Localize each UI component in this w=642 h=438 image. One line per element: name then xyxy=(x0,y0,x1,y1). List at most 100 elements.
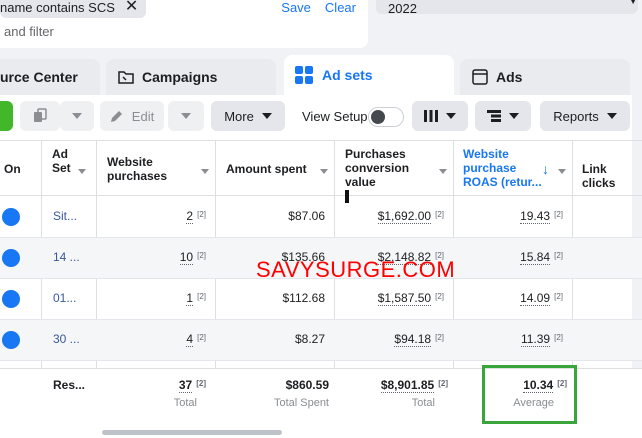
sort-icon[interactable] xyxy=(558,169,566,174)
header-ad-set-2[interactable]: Set xyxy=(52,161,71,175)
summary-purchases-label: Total xyxy=(173,397,197,409)
footnote: [2] xyxy=(197,333,206,342)
conversion-value-cell: $1,587.50 [2] xyxy=(338,291,444,306)
tab-label: Campaigns xyxy=(142,69,218,85)
roas-cell: 15.84 [2] xyxy=(457,250,563,265)
sort-icon[interactable] xyxy=(320,169,328,174)
summary-purchases-value: 37 xyxy=(178,378,193,393)
ad-set-name-link[interactable]: 30 ... xyxy=(53,332,80,346)
ad-set-name-link[interactable]: 14 ... xyxy=(53,250,80,264)
footnote: [2] xyxy=(435,333,444,342)
more-label: More xyxy=(224,108,254,124)
footnote: [2] xyxy=(435,210,444,219)
date-range-label: This week: Feb 13, 2022 – Feb 19, 2022 xyxy=(388,0,589,16)
roas-cell: 19.43 [2] xyxy=(457,209,563,224)
table-row[interactable]: Sit... 2 [2] $87.06 $1,692.00 [2] 19.43 [2] xyxy=(0,197,642,238)
filter-actions: Save Clear xyxy=(281,0,356,15)
purchases-cell: 4 [2] xyxy=(100,332,206,347)
purchases-value: 4 xyxy=(186,332,194,347)
roas-cell: 11.39 [2] xyxy=(457,332,563,347)
tab-ad-sets[interactable]: Ad sets xyxy=(284,55,454,95)
more-button[interactable]: More xyxy=(211,101,285,131)
header-conversion-value-3[interactable]: value xyxy=(345,175,376,189)
header-roas-2[interactable]: purchase xyxy=(463,161,516,175)
breakdown-button[interactable] xyxy=(475,101,531,131)
duplicate-dropdown[interactable] xyxy=(60,101,94,131)
footnote: [2] xyxy=(438,379,448,388)
clear-filter-link[interactable]: Clear xyxy=(325,0,356,15)
text-cursor xyxy=(345,190,349,203)
footnote: [2] xyxy=(196,379,206,388)
horizontal-scrollbar[interactable] xyxy=(0,426,642,438)
tab-label: urce Center xyxy=(0,69,78,85)
chevron-down-icon xyxy=(261,113,272,119)
ad-set-name-link[interactable]: Sit... xyxy=(53,209,77,223)
conversion-value: $1,587.50 xyxy=(377,291,432,306)
reports-label: Reports xyxy=(553,108,599,124)
pencil-icon xyxy=(110,109,124,123)
footnote: [2] xyxy=(197,251,206,260)
chevron-down-icon xyxy=(606,113,617,119)
edit-dropdown[interactable] xyxy=(168,101,204,131)
search-input[interactable]: and filter xyxy=(4,24,54,39)
watermark: SAVYSURGE.COM xyxy=(256,257,456,282)
sort-icon[interactable] xyxy=(78,169,86,174)
columns-icon xyxy=(424,110,438,122)
header-conversion-value-1[interactable]: Purchases xyxy=(345,147,406,161)
filter-chip[interactable]: name contains SCS ✕ xyxy=(0,0,147,18)
folder-icon xyxy=(118,70,134,84)
roas-value: 15.84 xyxy=(520,250,551,265)
header-roas-1[interactable]: Website xyxy=(463,147,509,161)
toggle-knob xyxy=(371,110,385,124)
chevron-down-icon xyxy=(509,113,519,119)
tab-resource-center[interactable]: urce Center xyxy=(0,59,100,95)
sort-icon[interactable] xyxy=(439,169,447,174)
header-on[interactable]: On xyxy=(4,162,21,176)
footnote: [2] xyxy=(197,292,206,301)
header-website-purchases-1[interactable]: Website xyxy=(107,155,153,169)
sort-arrow-down-icon[interactable]: ↓ xyxy=(542,161,549,177)
toggle-on-icon[interactable] xyxy=(2,249,20,267)
footnote: [2] xyxy=(554,210,563,219)
footnote: [2] xyxy=(554,251,563,260)
table-row[interactable]: 30 ... 4 [2] $8.27 $94.18 [2] 11.39 [2] xyxy=(0,320,642,361)
columns-button[interactable] xyxy=(412,101,468,131)
header-conversion-value-2[interactable]: conversion xyxy=(345,161,409,175)
chevron-down-icon: ▼ xyxy=(628,0,638,7)
header-website-purchases-2[interactable]: purchases xyxy=(107,169,167,183)
close-icon[interactable]: ✕ xyxy=(125,0,138,15)
tab-campaigns[interactable]: Campaigns xyxy=(106,59,276,95)
table-row[interactable]: 01... 1 [2] $112.68 $1,587.50 [2] 14.09 [2] xyxy=(0,279,642,320)
edit-button[interactable]: Edit xyxy=(100,101,164,131)
create-button[interactable] xyxy=(0,101,13,131)
header-ad-set-1[interactable]: Ad xyxy=(52,147,68,161)
save-filter-link[interactable]: Save xyxy=(281,0,311,15)
ad-set-name-link[interactable]: 01... xyxy=(53,291,76,305)
roas-cell: 14.09 [2] xyxy=(457,291,563,306)
roas-value: 19.43 xyxy=(520,209,551,224)
tab-label: Ads xyxy=(496,69,523,85)
header-roas-3[interactable]: ROAS (retur... xyxy=(463,175,542,189)
duplicate-button[interactable] xyxy=(20,101,60,131)
date-range-picker[interactable]: This week: Feb 13, 2022 – Feb 19, 2022 ▼ xyxy=(376,0,638,16)
summary-conversion-label: Total xyxy=(411,397,435,409)
toggle-on-icon[interactable] xyxy=(2,290,20,308)
toggle-on-icon[interactable] xyxy=(2,331,20,349)
toggle-on-icon[interactable] xyxy=(2,208,20,226)
summary-amount-label: Total Spent xyxy=(273,397,329,409)
grid-icon xyxy=(294,65,314,85)
footnote: [2] xyxy=(554,333,563,342)
sort-icon[interactable] xyxy=(201,169,209,174)
summary-name: Res... xyxy=(53,378,86,392)
amount-spent-cell: $8.27 xyxy=(294,332,325,346)
scrollbar-thumb[interactable] xyxy=(102,430,282,435)
table-header: On Ad Set Website purchases Amount spent… xyxy=(0,140,642,196)
chevron-down-icon xyxy=(181,113,191,119)
header-amount-spent[interactable]: Amount spent xyxy=(226,162,307,176)
tab-ads[interactable]: Ads xyxy=(460,59,630,95)
header-link-clicks[interactable]: Link clicks xyxy=(582,162,642,190)
summary-conversion-value-text: $8,901.85 xyxy=(380,378,435,393)
reports-button[interactable]: Reports xyxy=(540,101,630,131)
summary-purchases: 37 [2] xyxy=(100,378,206,393)
view-setup-toggle[interactable] xyxy=(368,107,404,127)
